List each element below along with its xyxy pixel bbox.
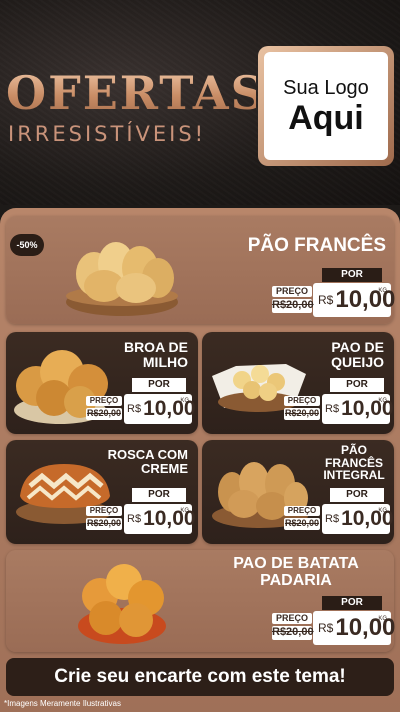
product-name-5-line1: PÃO xyxy=(340,443,367,457)
price-unit-1: KG xyxy=(378,288,387,294)
product-name-4-line2: CREME xyxy=(141,460,188,476)
price-unit-2: KG xyxy=(180,398,189,404)
price-unit-5: KG xyxy=(378,508,387,514)
price-box-5: R$ 10,00 KG xyxy=(322,504,394,534)
price-prefix-3: R$ xyxy=(325,403,340,415)
old-price-2: R$20,00 xyxy=(86,408,122,420)
por-label-2: POR xyxy=(132,378,186,392)
offers-subtitle: IRRESISTÍVEIS! xyxy=(8,122,207,146)
product-name-6: PAO DE BATATA PADARIA xyxy=(206,555,386,590)
potato-bread-image xyxy=(78,564,166,644)
product-name-5: PÃO FRANCÊS INTEGRAL xyxy=(314,444,394,482)
price-unit-4: KG xyxy=(180,508,189,514)
product-name-3: PAO DE QUEIJO xyxy=(304,340,384,369)
product-name-2-line2: MILHO xyxy=(142,353,188,370)
cta-banner[interactable]: Crie seu encarte com este tema! xyxy=(6,658,394,696)
por-label-4: POR xyxy=(132,488,186,502)
discount-badge: -50% xyxy=(10,234,44,256)
preco-label-1: PREÇO xyxy=(272,286,312,297)
old-price-3: R$20,00 xyxy=(284,408,320,420)
old-price-4: R$20,00 xyxy=(86,518,122,530)
cta-text: Crie seu encarte com este tema! xyxy=(54,666,346,687)
product-name-2: BROA DE MILHO xyxy=(98,340,188,369)
price-prefix-6: R$ xyxy=(318,621,334,635)
old-price-5: R$20,00 xyxy=(284,518,320,530)
bread-basket-image xyxy=(66,242,178,316)
price-prefix-1: R$ xyxy=(318,293,334,307)
por-label-6: POR xyxy=(322,596,382,610)
logo-line2: Aqui xyxy=(288,98,364,137)
old-price-6: R$20,00 xyxy=(272,626,314,640)
price-box-1: R$ 10,00 KG xyxy=(313,283,395,317)
preco-label-4: PREÇO xyxy=(86,506,122,516)
old-price-1: R$20,00 xyxy=(272,299,314,313)
preco-label-2: PREÇO xyxy=(86,396,122,406)
por-label-5: POR xyxy=(330,488,384,502)
logo-line1: Sua Logo xyxy=(283,76,369,99)
product-name-6-line2: PADARIA xyxy=(260,571,332,589)
price-box-3: R$ 10,00 KG xyxy=(322,394,394,424)
logo-placeholder[interactable]: Sua Logo Aqui xyxy=(258,46,394,166)
product-name-1: PÃO FRANCÊS xyxy=(248,236,386,256)
price-box-2: R$ 10,00 KG xyxy=(124,394,196,424)
footnote: *Imagens Meramente Ilustrativas xyxy=(4,699,121,708)
por-label-3: POR xyxy=(330,378,384,392)
offers-title: OFERTAS xyxy=(6,66,266,120)
preco-label-6: PREÇO xyxy=(272,613,312,624)
price-prefix-5: R$ xyxy=(325,513,340,525)
price-prefix-2: R$ xyxy=(127,403,142,415)
product-name-4-line1: ROSCA COM xyxy=(107,447,188,462)
product-name-4: ROSCA COM CREME xyxy=(98,448,188,475)
price-unit-3: KG xyxy=(378,398,387,404)
price-box-4: R$ 10,00 KG xyxy=(124,504,196,534)
product-name-3-line2: QUEIJO xyxy=(331,353,384,370)
product-name-2-line1: BROA DE xyxy=(123,339,188,355)
logo-inner: Sua Logo Aqui xyxy=(264,52,388,160)
preco-label-5: PREÇO xyxy=(284,506,320,516)
preco-label-3: PREÇO xyxy=(284,396,320,406)
price-prefix-4: R$ xyxy=(127,513,142,525)
por-label-1: POR xyxy=(322,268,382,282)
price-unit-6: KG xyxy=(378,616,387,622)
product-name-6-line1: PAO DE BATATA xyxy=(233,555,359,572)
product-name-5-line3: INTEGRAL xyxy=(323,468,385,483)
price-box-6: R$ 10,00 KG xyxy=(313,611,395,645)
product-name-3-line1: PAO DE xyxy=(331,339,384,355)
product-name-1-line1: PÃO FRANCÊS xyxy=(247,235,386,256)
